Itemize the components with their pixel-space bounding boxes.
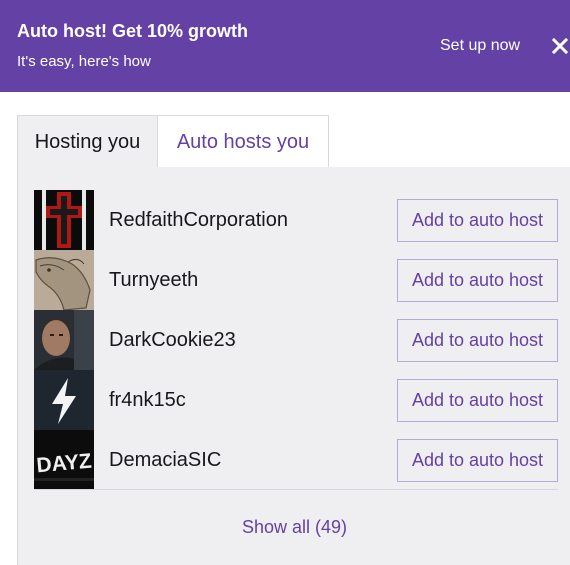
banner-subtitle[interactable]: It's easy, here's how <box>17 53 151 70</box>
tab-auto-hosts-you[interactable]: Auto hosts you <box>158 115 329 168</box>
horse-sketch-avatar[interactable] <box>34 250 94 310</box>
tab-hosting-you[interactable]: Hosting you <box>17 115 158 168</box>
svg-text:DAYZ: DAYZ <box>36 450 93 478</box>
list-divider <box>34 489 558 490</box>
portrait-avatar[interactable] <box>34 310 94 370</box>
auto-host-banner: Auto host! Get 10% growth It's easy, her… <box>0 0 570 92</box>
add-to-auto-host-button[interactable]: Add to auto host <box>397 199 558 242</box>
add-to-auto-host-button[interactable]: Add to auto host <box>397 379 558 422</box>
add-to-auto-host-button[interactable]: Add to auto host <box>397 259 558 302</box>
banner-title: Auto host! Get 10% growth <box>17 21 248 41</box>
list-item: fr4nk15c Add to auto host <box>34 370 558 430</box>
list-item: DAYZ DemaciaSIC Add to auto host <box>34 430 558 490</box>
list-item: DarkCookie23 Add to auto host <box>34 310 558 370</box>
channel-name[interactable]: RedfaithCorporation <box>109 190 288 250</box>
add-to-auto-host-button[interactable]: Add to auto host <box>397 439 558 482</box>
hosting-list-panel: RedfaithCorporation Add to auto host Tur… <box>17 167 570 565</box>
red-cross-avatar[interactable] <box>34 190 94 250</box>
dayz-logo-avatar[interactable]: DAYZ <box>34 430 94 490</box>
show-all-link[interactable]: Show all (49) <box>18 517 570 538</box>
channel-name[interactable]: DemaciaSIC <box>109 430 221 490</box>
add-to-auto-host-button[interactable]: Add to auto host <box>397 319 558 362</box>
channel-name[interactable]: Turnyeeth <box>109 250 198 310</box>
close-icon[interactable] <box>550 36 570 56</box>
channel-name[interactable]: fr4nk15c <box>109 370 186 430</box>
list-item: Turnyeeth Add to auto host <box>34 250 558 310</box>
list-item: RedfaithCorporation Add to auto host <box>34 190 558 250</box>
channel-name[interactable]: DarkCookie23 <box>109 310 236 370</box>
lightning-avatar[interactable] <box>34 370 94 430</box>
tab-bar: Hosting you Auto hosts you <box>17 115 570 168</box>
set-up-now-link[interactable]: Set up now <box>440 37 520 55</box>
